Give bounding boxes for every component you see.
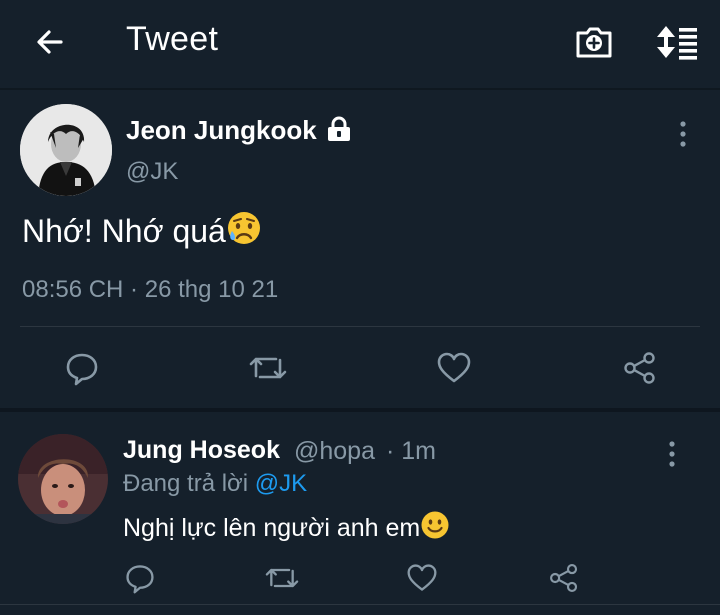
more-options-button[interactable] (678, 120, 688, 148)
more-vertical-icon (680, 121, 686, 147)
camera-button[interactable] (574, 22, 614, 62)
reply-text: Nghị lực lên người anh em (123, 510, 450, 543)
reply-more-options-button[interactable] (667, 440, 677, 468)
reply-author-name[interactable]: Jung Hoseok (123, 436, 280, 465)
sort-icon (657, 26, 697, 60)
tweet-timestamp: 08:56 CH · 26 thg 10 21 (22, 276, 279, 303)
more-vertical-icon (669, 441, 675, 467)
lock-icon (326, 116, 352, 147)
share-icon (550, 564, 578, 592)
reply-like-button[interactable] (402, 558, 442, 598)
reply-avatar[interactable] (18, 434, 108, 524)
replying-to-mention[interactable]: @JK (255, 470, 307, 497)
sad-tear-emoji-icon (227, 212, 260, 244)
section-divider (0, 408, 720, 412)
author-name[interactable]: Jeon Jungkook (126, 115, 317, 146)
tweet-text-content: Nhớ! Nhớ quá (22, 213, 226, 249)
share-icon (624, 352, 655, 384)
replying-to-label: Đang trả lời (123, 470, 249, 497)
replying-to-line: Đang trả lời @JK (123, 470, 307, 498)
smile-emoji-icon (421, 511, 449, 539)
reply-text-content: Nghị lực lên người anh em (123, 514, 421, 542)
bottom-divider (0, 604, 720, 605)
reply-age: · 1m (386, 437, 436, 465)
author-handle[interactable]: @JK (126, 158, 178, 186)
retweet-icon (249, 357, 287, 379)
share-button[interactable] (620, 348, 660, 388)
reply-reply-button[interactable] (120, 558, 160, 598)
camera-plus-icon (576, 27, 612, 58)
retweet-button[interactable] (248, 348, 288, 388)
heart-icon (437, 352, 471, 383)
header-divider (0, 88, 720, 90)
page-title: Tweet (126, 20, 219, 58)
back-button[interactable] (30, 22, 70, 62)
top-bar: Tweet (0, 0, 720, 88)
like-button[interactable] (434, 348, 474, 388)
arrow-left-icon (37, 30, 63, 54)
divider (20, 326, 700, 327)
sort-button[interactable] (654, 22, 698, 62)
retweet-icon (265, 568, 299, 588)
reply-button[interactable] (62, 348, 102, 388)
tweet-text: Nhớ! Nhớ quá (22, 210, 262, 250)
reply-icon (126, 565, 154, 594)
heart-icon (407, 564, 437, 591)
reply-icon (66, 353, 98, 386)
reply-retweet-button[interactable] (262, 558, 302, 598)
avatar[interactable] (20, 104, 112, 196)
reply-share-button[interactable] (544, 558, 584, 598)
reply-handle[interactable]: @hopa (294, 437, 375, 466)
